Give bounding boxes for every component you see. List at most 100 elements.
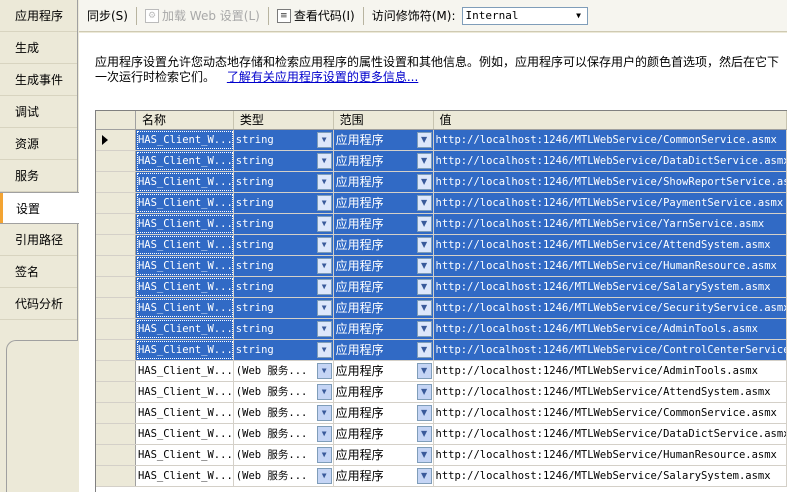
name-cell[interactable]: HAS_Client_W... <box>135 298 234 318</box>
value-cell[interactable]: http://localhost:1246/MTLWebService/Atte… <box>434 382 787 402</box>
type-cell[interactable]: string ▼ <box>233 256 334 276</box>
learn-more-link[interactable]: 了解有关应用程序设置的更多信息... <box>227 70 418 84</box>
sidebar-tab[interactable]: 代码分析 <box>0 288 77 320</box>
type-cell[interactable]: string ▼ <box>233 319 334 339</box>
sync-button[interactable]: 同步(S) <box>87 7 128 24</box>
value-cell[interactable]: http://localhost:1246/MTLWebService/Comm… <box>433 130 787 150</box>
settings-row[interactable]: HAS_Client_W... string ▼ 应用程序 ▼ http://localh… <box>96 172 787 193</box>
chevron-down-icon[interactable]: ▼ <box>416 384 432 400</box>
name-cell[interactable]: HAS_Client_W... <box>135 214 234 234</box>
name-cell[interactable]: HAS_Client_W... <box>136 361 234 381</box>
chevron-down-icon[interactable]: ▼ <box>316 258 332 274</box>
value-cell[interactable]: http://localhost:1246/MTLWebService/Comm… <box>434 403 787 423</box>
row-header[interactable] <box>96 319 136 339</box>
sidebar-tab[interactable]: 生成事件 <box>0 64 77 96</box>
chevron-down-icon[interactable]: ▼ <box>416 174 432 190</box>
chevron-down-icon[interactable]: ▼ <box>416 468 432 484</box>
settings-row[interactable]: HAS_Client_W... string ▼ 应用程序 ▼ http://localh… <box>96 193 787 214</box>
sidebar-tab[interactable]: 签名 <box>0 256 77 288</box>
type-cell[interactable]: string ▼ <box>233 172 334 192</box>
chevron-down-icon[interactable]: ▼ <box>416 300 432 316</box>
column-header-scope[interactable]: 范围 <box>334 111 434 129</box>
scope-cell[interactable]: 应用程序 ▼ <box>334 424 434 444</box>
chevron-down-icon[interactable]: ▼ <box>316 405 332 421</box>
value-cell[interactable]: http://localhost:1246/MTLWebService/Huma… <box>434 445 787 465</box>
row-header[interactable] <box>96 151 136 171</box>
row-header[interactable] <box>96 403 136 423</box>
value-cell[interactable]: http://localhost:1246/MTLWebService/Data… <box>434 424 787 444</box>
column-header-name[interactable]: 名称 <box>136 111 234 129</box>
name-cell[interactable]: HAS_Client_W... <box>135 130 234 150</box>
scope-cell[interactable]: 应用程序 ▼ <box>334 445 434 465</box>
row-header[interactable] <box>96 466 136 486</box>
scope-cell[interactable]: 应用程序 ▼ <box>333 319 434 339</box>
scope-cell[interactable]: 应用程序 ▼ <box>333 235 434 255</box>
value-cell[interactable]: http://localhost:1246/MTLWebService/Yarn… <box>433 214 787 234</box>
settings-row[interactable]: HAS_Client_W... string ▼ 应用程序 ▼ http://localh… <box>96 235 787 256</box>
chevron-down-icon[interactable]: ▼ <box>316 132 332 148</box>
chevron-down-icon[interactable]: ▼ <box>316 174 332 190</box>
chevron-down-icon[interactable]: ▼ <box>416 447 432 463</box>
sidebar-tab[interactable]: 生成 <box>0 32 77 64</box>
value-cell[interactable]: http://localhost:1246/MTLWebService/Cont… <box>433 340 787 360</box>
name-cell[interactable]: HAS_Client_W... <box>135 319 234 339</box>
row-header[interactable] <box>96 382 136 402</box>
value-cell[interactable]: http://localhost:1246/MTLWebService/Sala… <box>433 277 787 297</box>
settings-row[interactable]: HAS_Client_W... string ▼ 应用程序 ▼ http://localh… <box>96 130 787 151</box>
column-header-value[interactable]: 值 <box>434 111 787 129</box>
chevron-down-icon[interactable]: ▼ <box>316 321 332 337</box>
chevron-down-icon[interactable]: ▼ <box>416 426 432 442</box>
column-header-type[interactable]: 类型 <box>234 111 334 129</box>
name-cell[interactable]: HAS_Client_W... <box>135 193 234 213</box>
name-cell[interactable]: HAS_Client_W... <box>136 466 234 486</box>
value-cell[interactable]: http://localhost:1246/MTLWebService/Data… <box>433 151 787 171</box>
scope-cell[interactable]: 应用程序 ▼ <box>333 256 434 276</box>
settings-row[interactable]: HAS_Client_W... string ▼ 应用程序 ▼ http://localh… <box>96 214 787 235</box>
row-header[interactable] <box>96 172 136 192</box>
sidebar-tab[interactable]: 应用程序 <box>0 0 77 32</box>
chevron-down-icon[interactable]: ▼ <box>316 195 332 211</box>
settings-row[interactable]: HAS_Client_W... string ▼ 应用程序 ▼ http://localh… <box>96 256 787 277</box>
chevron-down-icon[interactable]: ▼ <box>416 363 432 379</box>
type-cell[interactable]: string ▼ <box>233 340 334 360</box>
scope-cell[interactable]: 应用程序 ▼ <box>333 193 434 213</box>
chevron-down-icon[interactable]: ▼ <box>316 153 332 169</box>
chevron-down-icon[interactable]: ▼ <box>416 195 432 211</box>
chevron-down-icon[interactable]: ▼ <box>316 363 332 379</box>
chevron-down-icon[interactable]: ▼ <box>416 216 432 232</box>
row-header[interactable] <box>96 235 136 255</box>
chevron-down-icon[interactable]: ▼ <box>316 342 332 358</box>
settings-row[interactable]: HAS_Client_W... (Web 服务... ▼ 应用程序 ▼ http://lo… <box>96 403 787 424</box>
sidebar-tab[interactable]: 资源 <box>0 128 77 160</box>
scope-cell[interactable]: 应用程序 ▼ <box>333 151 434 171</box>
view-code-button[interactable]: ≡ 查看代码(I) <box>276 7 355 24</box>
settings-row[interactable]: HAS_Client_W... (Web 服务... ▼ 应用程序 ▼ http://lo… <box>96 445 787 466</box>
type-cell[interactable]: (Web 服务... ▼ <box>234 382 334 402</box>
settings-row[interactable]: HAS_Client_W... (Web 服务... ▼ 应用程序 ▼ http://lo… <box>96 466 787 487</box>
sidebar-tab[interactable]: 设置 <box>0 192 79 224</box>
type-cell[interactable]: (Web 服务... ▼ <box>234 445 334 465</box>
row-header[interactable] <box>96 298 136 318</box>
sidebar-tab[interactable]: 服务 <box>0 160 77 192</box>
value-cell[interactable]: http://localhost:1246/MTLWebService/Huma… <box>433 256 787 276</box>
type-cell[interactable]: string ▼ <box>233 214 334 234</box>
type-cell[interactable]: (Web 服务... ▼ <box>234 424 334 444</box>
row-header[interactable] <box>96 193 136 213</box>
scope-cell[interactable]: 应用程序 ▼ <box>334 403 434 423</box>
scope-cell[interactable]: 应用程序 ▼ <box>334 466 434 486</box>
type-cell[interactable]: (Web 服务... ▼ <box>234 361 334 381</box>
name-cell[interactable]: HAS_Client_W... <box>136 445 234 465</box>
chevron-down-icon[interactable]: ▼ <box>316 447 332 463</box>
value-cell[interactable]: http://localhost:1246/MTLWebService/Paym… <box>433 193 787 213</box>
name-cell[interactable]: HAS_Client_W... <box>135 340 234 360</box>
type-cell[interactable]: (Web 服务... ▼ <box>234 403 334 423</box>
row-header[interactable] <box>96 277 136 297</box>
sidebar-tab[interactable]: 引用路径 <box>0 224 77 256</box>
chevron-down-icon[interactable]: ▼ <box>416 258 432 274</box>
name-cell[interactable]: HAS_Client_W... <box>135 277 234 297</box>
row-header[interactable] <box>96 256 136 276</box>
row-header[interactable] <box>96 445 136 465</box>
value-cell[interactable]: http://localhost:1246/MTLWebService/Admi… <box>434 361 787 381</box>
chevron-down-icon[interactable]: ▼ <box>316 300 332 316</box>
scope-cell[interactable]: 应用程序 ▼ <box>333 214 434 234</box>
